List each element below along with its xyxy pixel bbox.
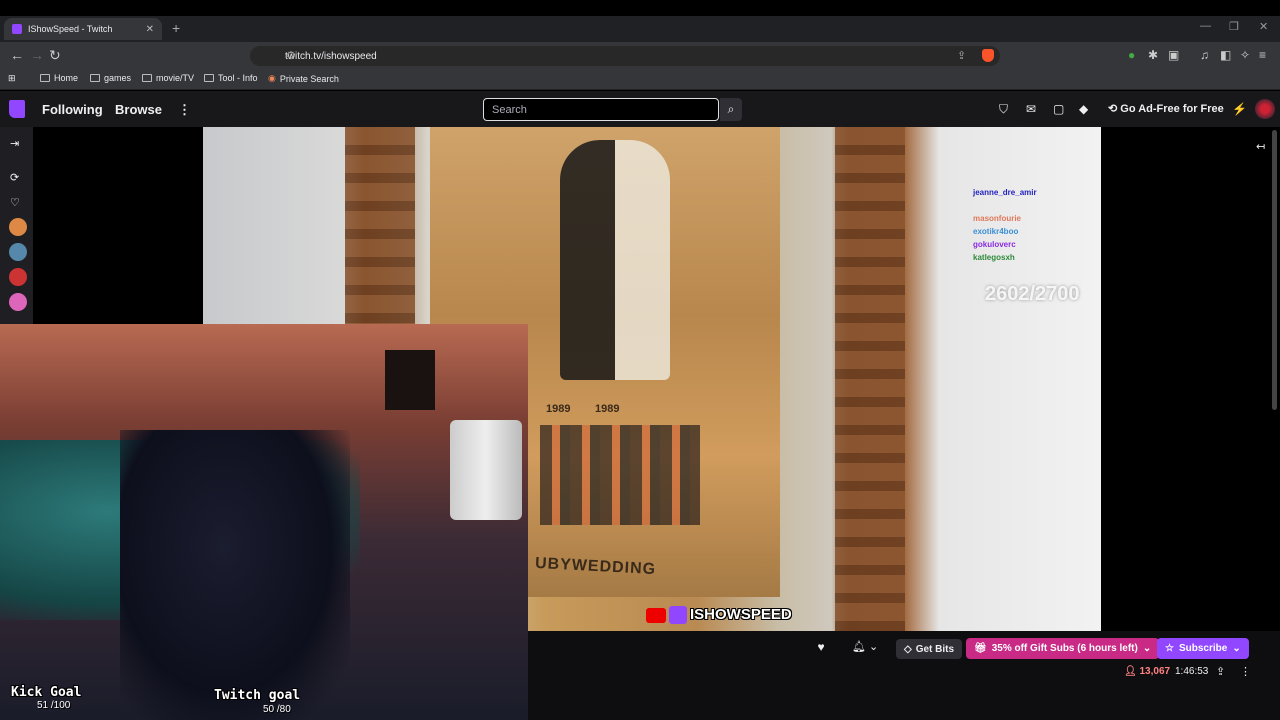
sidebar-toggle-icon[interactable]: ◧ [1220, 48, 1231, 62]
bookmark-home[interactable]: Home [40, 73, 78, 83]
youtube-logo-icon [646, 608, 666, 623]
bits-icon[interactable]: ◆ [1079, 102, 1088, 116]
nav-browse[interactable]: Browse [115, 102, 162, 117]
url-text: twitch.tv/ishowspeed [285, 50, 377, 62]
share-icon[interactable]: ⇪ [1216, 665, 1225, 678]
chat-username: exotikr4boo [973, 227, 1019, 236]
follow-heart-icon[interactable]: ♥ [811, 640, 831, 656]
minimize-icon[interactable]: — [1200, 20, 1211, 32]
bookmark-private-search[interactable]: ◉ Private Search [268, 73, 339, 84]
person-silhouette [120, 430, 350, 720]
chevron-down-icon: ⌄ [1232, 643, 1241, 654]
whispers-icon[interactable]: ▢ [1053, 102, 1064, 116]
private-search-icon: ◉ [268, 73, 276, 83]
share-page-icon[interactable]: ⇪ [957, 49, 966, 62]
get-bits-button[interactable]: ◇ Get Bits [896, 639, 963, 659]
photo-year: 1989 [546, 403, 571, 415]
bits-gem-icon: ◇ [904, 643, 912, 655]
kick-goal-value: 51 /100 [37, 700, 71, 711]
new-tab-button[interactable]: + [172, 20, 180, 36]
chat-username: katlegosxh [973, 253, 1015, 262]
browser-tab-active[interactable]: IShowSpeed - Twitch ✕ [4, 18, 162, 40]
reload-icon[interactable]: ↻ [49, 47, 61, 64]
screen-top-strip [0, 0, 1280, 16]
more-options-icon[interactable]: ⋮ [1240, 665, 1251, 678]
tab-title: IShowSpeed - Twitch [28, 24, 113, 34]
chevron-down-icon: ⌄ [1142, 643, 1152, 654]
stream-uptime: 1:46:53 [1175, 666, 1209, 677]
brave-shield-icon[interactable] [982, 49, 994, 62]
site-info-icon[interactable]: ⚙ [286, 49, 296, 62]
goal-counter: 2602/2700 [985, 283, 1080, 305]
tab-close-icon[interactable]: ✕ [146, 24, 154, 35]
notification-bell-icon[interactable]: 🔔︎ ⌄ [852, 640, 878, 653]
twitch-favicon-icon [12, 24, 22, 34]
gift-subs-button[interactable]: 🎁︎ 35% off Gift Subs (6 hours left) ⌄ [966, 638, 1160, 659]
folder-icon [90, 74, 100, 82]
prime-loot-icon[interactable]: ⛉ [999, 102, 1008, 117]
window-close-icon[interactable]: ✕ [1259, 20, 1268, 33]
restore-icon[interactable]: ❐ [1229, 20, 1239, 33]
subscribe-button[interactable]: ☆ Subscribe ⌄ [1157, 638, 1249, 659]
browser-tab-bar [0, 16, 1280, 42]
apps-grid-icon[interactable]: ⊞ [8, 73, 16, 84]
user-avatar[interactable] [1255, 99, 1275, 119]
group-photo [540, 425, 700, 525]
vpn-icon[interactable]: ● [1128, 48, 1135, 62]
nav-more-icon[interactable]: ⋮ [178, 102, 191, 118]
sidebar-channel-avatar[interactable] [9, 268, 27, 286]
back-icon[interactable]: ← [10, 47, 24, 63]
photo-year: 1989 [595, 403, 620, 415]
menu-icon[interactable]: ≡ [1259, 48, 1266, 62]
sidebar-channel-avatar[interactable] [9, 218, 27, 236]
chat-username: jeanne_dre_amir [973, 188, 1037, 197]
folder-icon [204, 74, 214, 82]
recommended-icon[interactable]: ⟳ [10, 171, 19, 184]
bookmark-games[interactable]: games [90, 73, 131, 83]
twitch-logo-icon[interactable] [9, 100, 25, 118]
collapse-chat-icon[interactable]: ↤ [1256, 140, 1265, 153]
music-icon[interactable]: ♫ [1200, 48, 1209, 62]
search-input[interactable]: Search [483, 98, 719, 121]
star-icon: ☆ [1165, 643, 1174, 654]
sidebar-channel-avatar[interactable] [9, 243, 27, 261]
nav-following[interactable]: Following [42, 102, 103, 117]
trash-bin-object [450, 420, 522, 520]
chat-username: gokuloverc [973, 240, 1016, 249]
followed-heart-icon[interactable]: ♡ [10, 196, 20, 209]
lamp-object [385, 350, 435, 410]
stream-watermark: ISHOWSPEED [690, 606, 792, 623]
twitch-goal-label: Twitch goal [214, 688, 301, 703]
wedding-couple-photo [560, 140, 670, 380]
expand-sidebar-icon[interactable]: ⇥ [10, 137, 19, 150]
wallet-icon[interactable]: ▣ [1168, 48, 1179, 62]
twitch-goal-value: 50 /80 [263, 704, 291, 715]
forward-icon[interactable]: → [30, 47, 44, 63]
viewer-count: 👤︎ 13,067 [1124, 666, 1171, 677]
leo-ai-icon[interactable]: ✧ [1240, 48, 1250, 62]
sidebar-channel-avatar[interactable] [9, 293, 27, 311]
kick-goal-label: Kick Goal [11, 685, 82, 700]
page-scrollbar[interactable] [1272, 130, 1277, 410]
gift-icon: 🎁︎ [974, 643, 987, 654]
folder-icon [142, 74, 152, 82]
turbo-icon[interactable]: ⚡ [1232, 102, 1247, 116]
folder-icon [40, 74, 50, 82]
bookmark-tool-info[interactable]: Tool - Info [204, 73, 258, 83]
chat-username: masonfourie [973, 214, 1022, 223]
go-ad-free-button[interactable]: ⟲ Go Ad-Free for Free [1108, 102, 1224, 115]
url-bar[interactable]: twitch.tv/ishowspeed [250, 46, 1000, 66]
inbox-icon[interactable]: ✉ [1026, 102, 1036, 116]
extensions-icon[interactable]: ✱ [1148, 48, 1158, 62]
carved-frame-right [835, 127, 905, 631]
search-icon[interactable]: ⌕ [720, 98, 742, 121]
twitch-watermark-icon [669, 606, 687, 624]
bookmark-movie-tv[interactable]: movie/TV [142, 73, 194, 83]
